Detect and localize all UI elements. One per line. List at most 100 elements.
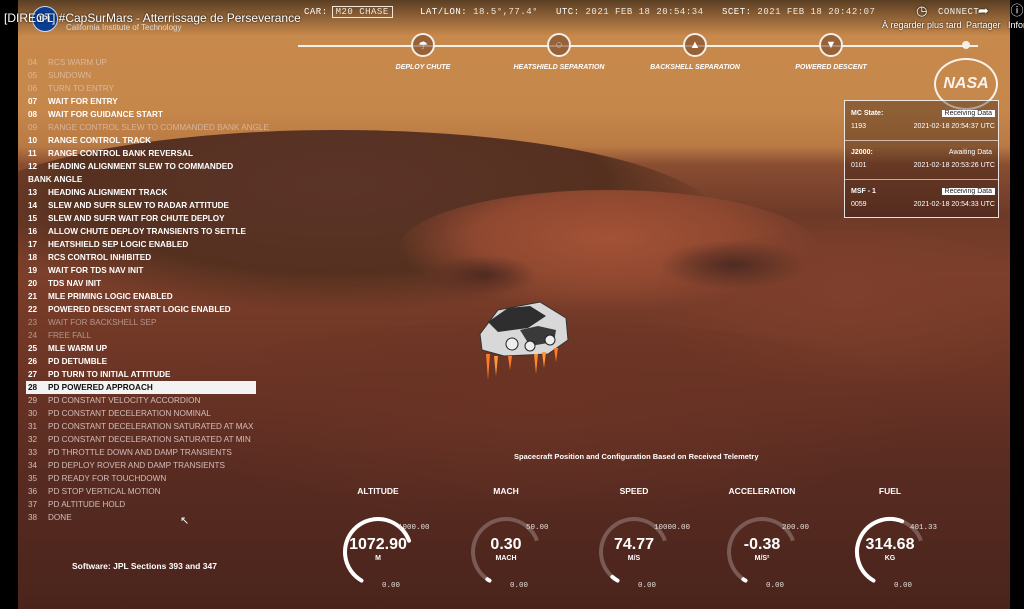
event-number: 08 xyxy=(28,110,38,119)
hud-utc-value: 2021 FEB 18 20:54:34 xyxy=(585,7,704,17)
event-number: 13 xyxy=(28,188,38,197)
software-credit: Software: JPL Sections 393 and 347 xyxy=(72,561,217,571)
data-sources-panel: MC State: Receiving Data 1193 2021-02-18 2… xyxy=(844,100,999,218)
event-item: 19 WAIT FOR TDS NAV INIT xyxy=(28,264,260,277)
event-text: PD DEPLOY ROVER AND DAMP TRANSIENTS xyxy=(48,461,225,470)
event-text: MLE PRIMING LOGIC ENABLED xyxy=(48,292,173,301)
gauge-unit: M/S xyxy=(627,555,641,562)
event-number: 05 xyxy=(28,71,38,80)
gauge-fill xyxy=(485,577,492,583)
event-item: 30 PD CONSTANT DECELERATION NOMINAL xyxy=(28,407,260,420)
event-number: 07 xyxy=(28,97,38,106)
event-number: 14 xyxy=(28,201,38,210)
event-text: ALLOW CHUTE DEPLOY TRANSIENTS TO SETTLE xyxy=(48,227,247,236)
software-and: and xyxy=(185,561,201,571)
event-number: 21 xyxy=(28,292,38,301)
software-label: Software: JPL Sections xyxy=(72,561,167,571)
info-icon: ⓘ xyxy=(1010,3,1024,18)
event-text: PD CONSTANT DECELERATION NOMINAL xyxy=(48,409,211,418)
gauge-fill xyxy=(610,574,620,583)
gauge-min: 0.00 xyxy=(638,582,657,590)
event-text: PD STOP VERTICAL MOTION xyxy=(48,487,161,496)
event-number: 35 xyxy=(28,474,38,483)
event-item: 08 WAIT FOR GUIDANCE START xyxy=(28,108,260,121)
event-item: 37 PD ALTITUDE HOLD xyxy=(28,498,260,511)
event-number: 32 xyxy=(28,435,38,444)
event-item: 25 MLE WARM UP xyxy=(28,342,260,355)
event-text: RANGE CONTROL BANK REVERSAL xyxy=(48,149,193,158)
status-badge: Receiving Data xyxy=(941,110,995,117)
gauge-min: 0.00 xyxy=(894,582,913,590)
source-msf: MSF - 1 Receiving Data 0059 2021-02-18 20:… xyxy=(851,186,995,208)
event-number: 27 xyxy=(28,370,38,379)
source-time: 2021-02-18 20:54:37 UTC xyxy=(913,123,995,130)
source-time: 2021-02-18 20:53:26 UTC xyxy=(913,162,995,169)
event-item: 15 SLEW AND SUFR WAIT FOR CHUTE DEPLOY xyxy=(28,212,260,225)
event-text: SUNDOWN xyxy=(48,71,92,80)
event-number: 16 xyxy=(28,227,38,236)
gauge-value: 1072.90 xyxy=(349,536,407,553)
info-button[interactable]: ⓘ Infor xyxy=(1008,3,1024,31)
event-item: 16 ALLOW CHUTE DEPLOY TRANSIENTS TO SETTL… xyxy=(28,225,260,238)
event-number: 06 xyxy=(28,84,38,93)
mouse-cursor-icon: ↖ xyxy=(180,515,190,527)
source-mc-state: MC State: Receiving Data 1193 2021-02-18 2… xyxy=(851,108,995,130)
event-number: 25 xyxy=(28,344,38,353)
event-text: PD POWERED APPROACH xyxy=(48,383,153,392)
hud-scet-label: SCET: xyxy=(722,7,752,17)
gauge-max: 10000.00 xyxy=(654,524,691,532)
event-item: 34 PD DEPLOY ROVER AND DAMP TRANSIENTS xyxy=(28,459,260,472)
event-item: 20 TDS NAV INIT xyxy=(28,277,260,290)
event-number: 22 xyxy=(28,305,38,314)
event-number: 29 xyxy=(28,396,38,405)
gauge-max: 50.00 xyxy=(526,524,549,532)
hud-utc-label: UTC: xyxy=(556,7,580,17)
info-label: Infor xyxy=(1008,20,1024,30)
event-item: 14 SLEW AND SUFR SLEW TO RADAR ATTITUDE xyxy=(28,199,260,212)
event-item: 23 WAIT FOR BACKSHELL SEP xyxy=(28,316,260,329)
software-section-2: 347 xyxy=(202,561,217,571)
timeline-end-marker xyxy=(962,41,970,49)
event-number: 31 xyxy=(28,422,38,431)
event-number: 37 xyxy=(28,500,38,509)
gauge-value: 0.30 xyxy=(490,536,522,553)
hud-connect: CONNECT xyxy=(938,7,980,17)
event-text: WAIT FOR GUIDANCE START xyxy=(48,110,163,119)
event-item: 04 RCS WARM UP xyxy=(28,56,260,69)
event-number: 36 xyxy=(28,487,38,496)
event-item: 35 PD READY FOR TOUCHDOWN xyxy=(28,472,260,485)
event-text: RCS CONTROL INHIBITED xyxy=(48,253,152,262)
event-text: PD TURN TO INITIAL ATTITUDE xyxy=(48,370,171,379)
event-text: WAIT FOR ENTRY xyxy=(48,97,118,106)
gauge-unit: MACH xyxy=(495,555,517,562)
event-number: 10 xyxy=(28,136,38,145)
event-item: 33 PD THROTTLE DOWN AND DAMP TRANSIENTS xyxy=(28,446,260,459)
milestone-backshell-separation: ▲ BACKSHELL SEPARATION xyxy=(640,33,750,72)
gauge-acceleration: ACCELERATION -0.38 M/S² 200.00 0.00 xyxy=(724,486,854,596)
software-section-1: 393 xyxy=(168,561,183,571)
event-text: HEADING ALIGNMENT SLEW TO COMMANDED BANK… xyxy=(28,162,234,184)
event-number: 04 xyxy=(28,58,38,67)
hud-utc: UTC: 2021 FEB 18 20:54:34 xyxy=(556,7,704,17)
milestone-label: BACKSHELL SEPARATION xyxy=(650,64,740,71)
descent-stage-icon: ▼ xyxy=(819,33,843,57)
milestone-label: POWERED DESCENT xyxy=(795,64,867,71)
backshell-icon: ▲ xyxy=(683,33,707,57)
event-number: 19 xyxy=(28,266,38,275)
event-item: 24 FREE FALL xyxy=(28,329,260,342)
event-text: SLEW AND SUFR SLEW TO RADAR ATTITUDE xyxy=(48,201,230,210)
event-item: 05 SUNDOWN xyxy=(28,69,260,82)
event-number: 18 xyxy=(28,253,38,262)
event-text: WAIT FOR TDS NAV INIT xyxy=(48,266,144,275)
source-id: 1193 xyxy=(851,123,867,130)
event-number: 24 xyxy=(28,331,38,340)
nasa-logo-text: NASA xyxy=(943,75,989,92)
event-item: 06 TURN TO ENTRY xyxy=(28,82,260,95)
hud-car: CAR: M20 CHASE xyxy=(304,6,393,18)
parachute-icon: ☂ xyxy=(411,33,435,57)
gauge-fill xyxy=(741,577,748,583)
event-text: TDS NAV INIT xyxy=(48,279,102,288)
gauge-value: 74.77 xyxy=(613,536,655,553)
gauge-label: ACCELERATION xyxy=(728,486,796,496)
event-item: 27 PD TURN TO INITIAL ATTITUDE xyxy=(28,368,260,381)
